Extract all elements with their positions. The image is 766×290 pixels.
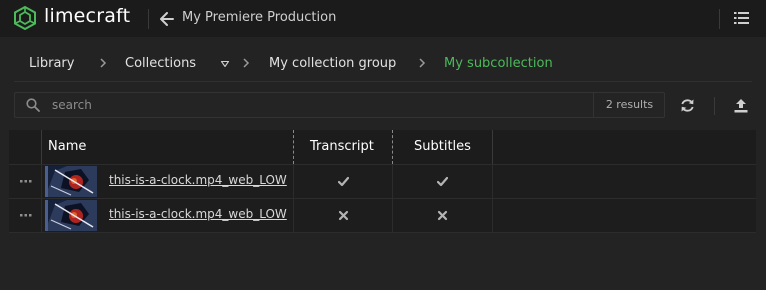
cross-icon: [437, 210, 448, 221]
file-name-link[interactable]: this-is-a-clock.mp4_web_LOW: [109, 207, 293, 221]
results-count: 2 results: [593, 93, 665, 117]
breadcrumb-library[interactable]: Library: [29, 56, 74, 71]
cross-icon: [338, 210, 349, 221]
column-resize-handle[interactable]: [293, 130, 294, 164]
search-input[interactable]: [52, 96, 572, 114]
column-divider: [41, 130, 42, 164]
chevron-right-icon: [243, 58, 250, 68]
search-icon: [26, 98, 40, 112]
video-thumbnail[interactable]: [45, 166, 97, 197]
table-header: Name Transcript Subtitles: [9, 130, 756, 164]
column-resize-handle[interactable]: [392, 130, 393, 164]
column-header-transcript[interactable]: Transcript: [310, 139, 374, 154]
divider: [148, 9, 149, 29]
checkmark-icon: [338, 176, 349, 187]
dropdown-triangle-icon[interactable]: [221, 61, 229, 67]
limecraft-logo-icon[interactable]: [13, 6, 37, 30]
cell-divider: [492, 199, 493, 232]
list-menu-icon[interactable]: [734, 12, 749, 24]
back-arrow-icon[interactable]: [160, 12, 174, 26]
table-row[interactable]: this-is-a-clock.mp4_web_LOW: [9, 198, 756, 232]
breadcrumb-collections[interactable]: Collections: [125, 56, 196, 71]
checkmark-icon: [437, 176, 448, 187]
cell-divider: [492, 165, 493, 198]
chevron-right-icon: [419, 58, 426, 68]
cell-divider: [293, 165, 294, 198]
column-header-subtitles[interactable]: Subtitles: [414, 139, 471, 154]
cell-divider: [392, 199, 393, 232]
production-title[interactable]: My Premiere Production: [182, 10, 336, 25]
cell-divider: [41, 165, 42, 198]
cell-divider: [41, 199, 42, 232]
video-thumbnail[interactable]: [45, 200, 97, 231]
breadcrumb: Library Collections My collection group …: [14, 44, 752, 82]
breadcrumb-collection-group[interactable]: My collection group: [269, 56, 396, 71]
column-header-name[interactable]: Name: [48, 139, 86, 154]
cell-divider: [293, 199, 294, 232]
search-bar: 2 results: [14, 92, 665, 118]
upload-icon[interactable]: [734, 98, 748, 113]
divider: [714, 97, 715, 115]
divider: [719, 9, 720, 29]
table-row[interactable]: this-is-a-clock.mp4_web_LOW: [9, 164, 756, 198]
cell-divider: [392, 165, 393, 198]
refresh-icon[interactable]: [680, 98, 695, 113]
breadcrumb-subcollection[interactable]: My subcollection: [444, 56, 553, 71]
chevron-right-icon: [100, 58, 107, 68]
column-divider: [492, 130, 493, 164]
row-menu-dots-icon[interactable]: [20, 179, 32, 183]
top-bar: limecraft My Premiere Production: [0, 0, 766, 37]
table-border: [9, 232, 756, 233]
row-menu-dots-icon[interactable]: [20, 213, 32, 217]
file-name-link[interactable]: this-is-a-clock.mp4_web_LOW: [109, 173, 293, 187]
brand-name[interactable]: limecraft: [44, 5, 130, 27]
